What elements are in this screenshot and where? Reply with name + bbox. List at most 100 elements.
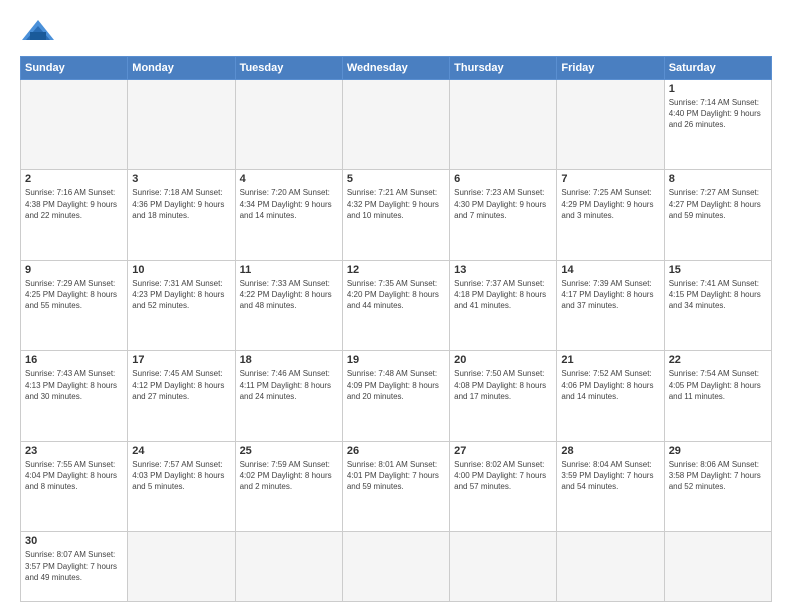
calendar-cell: 2 Sunrise: 7:16 AM Sunset: 4:38 PM Daylig…: [21, 170, 128, 260]
day-info: Sunrise: 7:16 AM Sunset: 4:38 PM Dayligh…: [25, 187, 123, 221]
day-number: 9: [25, 264, 123, 276]
calendar-week-3: 16 Sunrise: 7:43 AM Sunset: 4:13 PM Dayli…: [21, 351, 772, 441]
page: SundayMondayTuesdayWednesdayThursdayFrid…: [0, 0, 792, 612]
calendar-cell: [21, 80, 128, 170]
calendar-cell: 11 Sunrise: 7:33 AM Sunset: 4:22 PM Dayli…: [235, 260, 342, 350]
day-number: 17: [132, 354, 230, 366]
logo-icon: [20, 18, 56, 46]
day-info: Sunrise: 7:18 AM Sunset: 4:36 PM Dayligh…: [132, 187, 230, 221]
day-info: Sunrise: 7:45 AM Sunset: 4:12 PM Dayligh…: [132, 368, 230, 402]
day-header-friday: Friday: [557, 57, 664, 80]
calendar-cell: [557, 80, 664, 170]
day-header-thursday: Thursday: [450, 57, 557, 80]
calendar-cell: 14 Sunrise: 7:39 AM Sunset: 4:17 PM Dayli…: [557, 260, 664, 350]
day-info: Sunrise: 7:50 AM Sunset: 4:08 PM Dayligh…: [454, 368, 552, 402]
day-number: 29: [669, 445, 767, 457]
calendar-cell: 30 Sunrise: 8:07 AM Sunset: 3:57 PM Dayli…: [21, 532, 128, 602]
day-info: Sunrise: 8:04 AM Sunset: 3:59 PM Dayligh…: [561, 459, 659, 493]
calendar-cell: 27Sunrise: 8:02 AM Sunset: 4:00 PM Dayli…: [450, 441, 557, 531]
day-number: 6: [454, 173, 552, 185]
calendar-cell: 5 Sunrise: 7:21 AM Sunset: 4:32 PM Daylig…: [342, 170, 449, 260]
calendar-header-row: SundayMondayTuesdayWednesdayThursdayFrid…: [21, 57, 772, 80]
calendar-cell: 6 Sunrise: 7:23 AM Sunset: 4:30 PM Daylig…: [450, 170, 557, 260]
day-number: 3: [132, 173, 230, 185]
day-number: 11: [240, 264, 338, 276]
day-number: 12: [347, 264, 445, 276]
calendar-cell: 10 Sunrise: 7:31 AM Sunset: 4:23 PM Dayli…: [128, 260, 235, 350]
day-info: Sunrise: 7:29 AM Sunset: 4:25 PM Dayligh…: [25, 278, 123, 312]
day-number: 10: [132, 264, 230, 276]
calendar-cell: [235, 80, 342, 170]
calendar-cell: [342, 80, 449, 170]
logo: [20, 18, 60, 46]
day-number: 23: [25, 445, 123, 457]
calendar-week-5: 30 Sunrise: 8:07 AM Sunset: 3:57 PM Dayli…: [21, 532, 772, 602]
calendar-cell: 28 Sunrise: 8:04 AM Sunset: 3:59 PM Dayli…: [557, 441, 664, 531]
day-info: Sunrise: 7:21 AM Sunset: 4:32 PM Dayligh…: [347, 187, 445, 221]
day-number: 2: [25, 173, 123, 185]
calendar-cell: 21Sunrise: 7:52 AM Sunset: 4:06 PM Dayli…: [557, 351, 664, 441]
day-number: 8: [669, 173, 767, 185]
day-header-wednesday: Wednesday: [342, 57, 449, 80]
day-info: Sunrise: 7:41 AM Sunset: 4:15 PM Dayligh…: [669, 278, 767, 312]
day-number: 18: [240, 354, 338, 366]
calendar-cell: 22Sunrise: 7:54 AM Sunset: 4:05 PM Dayli…: [664, 351, 771, 441]
day-info: Sunrise: 7:20 AM Sunset: 4:34 PM Dayligh…: [240, 187, 338, 221]
calendar-cell: 20 Sunrise: 7:50 AM Sunset: 4:08 PM Dayli…: [450, 351, 557, 441]
calendar-cell: 1 Sunrise: 7:14 AM Sunset: 4:40 PM Daylig…: [664, 80, 771, 170]
header: [20, 18, 772, 46]
calendar-cell: [450, 532, 557, 602]
calendar-cell: 15Sunrise: 7:41 AM Sunset: 4:15 PM Dayli…: [664, 260, 771, 350]
calendar-week-1: 2 Sunrise: 7:16 AM Sunset: 4:38 PM Daylig…: [21, 170, 772, 260]
day-number: 4: [240, 173, 338, 185]
day-info: Sunrise: 7:43 AM Sunset: 4:13 PM Dayligh…: [25, 368, 123, 402]
day-info: Sunrise: 7:31 AM Sunset: 4:23 PM Dayligh…: [132, 278, 230, 312]
day-info: Sunrise: 8:07 AM Sunset: 3:57 PM Dayligh…: [25, 549, 123, 583]
day-info: Sunrise: 7:39 AM Sunset: 4:17 PM Dayligh…: [561, 278, 659, 312]
calendar-cell: 26Sunrise: 8:01 AM Sunset: 4:01 PM Dayli…: [342, 441, 449, 531]
day-info: Sunrise: 8:02 AM Sunset: 4:00 PM Dayligh…: [454, 459, 552, 493]
calendar-cell: [557, 532, 664, 602]
day-number: 30: [25, 535, 123, 547]
day-info: Sunrise: 7:48 AM Sunset: 4:09 PM Dayligh…: [347, 368, 445, 402]
calendar-cell: 23 Sunrise: 7:55 AM Sunset: 4:04 PM Dayli…: [21, 441, 128, 531]
day-info: Sunrise: 7:14 AM Sunset: 4:40 PM Dayligh…: [669, 97, 767, 131]
day-number: 24: [132, 445, 230, 457]
calendar-cell: 9 Sunrise: 7:29 AM Sunset: 4:25 PM Daylig…: [21, 260, 128, 350]
calendar-table: SundayMondayTuesdayWednesdayThursdayFrid…: [20, 56, 772, 602]
day-number: 26: [347, 445, 445, 457]
calendar-cell: 13Sunrise: 7:37 AM Sunset: 4:18 PM Dayli…: [450, 260, 557, 350]
day-number: 28: [561, 445, 659, 457]
calendar-cell: [128, 80, 235, 170]
day-info: Sunrise: 7:52 AM Sunset: 4:06 PM Dayligh…: [561, 368, 659, 402]
day-info: Sunrise: 7:55 AM Sunset: 4:04 PM Dayligh…: [25, 459, 123, 493]
day-header-saturday: Saturday: [664, 57, 771, 80]
calendar-cell: 29Sunrise: 8:06 AM Sunset: 3:58 PM Dayli…: [664, 441, 771, 531]
day-number: 19: [347, 354, 445, 366]
calendar-cell: [235, 532, 342, 602]
day-number: 20: [454, 354, 552, 366]
day-number: 5: [347, 173, 445, 185]
day-info: Sunrise: 7:59 AM Sunset: 4:02 PM Dayligh…: [240, 459, 338, 493]
calendar-cell: [664, 532, 771, 602]
calendar-cell: 16 Sunrise: 7:43 AM Sunset: 4:13 PM Dayli…: [21, 351, 128, 441]
day-info: Sunrise: 7:54 AM Sunset: 4:05 PM Dayligh…: [669, 368, 767, 402]
calendar-cell: 8 Sunrise: 7:27 AM Sunset: 4:27 PM Daylig…: [664, 170, 771, 260]
day-header-tuesday: Tuesday: [235, 57, 342, 80]
day-info: Sunrise: 7:23 AM Sunset: 4:30 PM Dayligh…: [454, 187, 552, 221]
calendar-cell: 17 Sunrise: 7:45 AM Sunset: 4:12 PM Dayli…: [128, 351, 235, 441]
day-info: Sunrise: 7:57 AM Sunset: 4:03 PM Dayligh…: [132, 459, 230, 493]
day-number: 7: [561, 173, 659, 185]
day-info: Sunrise: 7:33 AM Sunset: 4:22 PM Dayligh…: [240, 278, 338, 312]
calendar-cell: 3 Sunrise: 7:18 AM Sunset: 4:36 PM Daylig…: [128, 170, 235, 260]
calendar-cell: 19 Sunrise: 7:48 AM Sunset: 4:09 PM Dayli…: [342, 351, 449, 441]
calendar-cell: [450, 80, 557, 170]
calendar-cell: [128, 532, 235, 602]
day-number: 16: [25, 354, 123, 366]
day-header-monday: Monday: [128, 57, 235, 80]
day-number: 1: [669, 83, 767, 95]
calendar-cell: 25Sunrise: 7:59 AM Sunset: 4:02 PM Dayli…: [235, 441, 342, 531]
day-info: Sunrise: 7:27 AM Sunset: 4:27 PM Dayligh…: [669, 187, 767, 221]
calendar-week-4: 23 Sunrise: 7:55 AM Sunset: 4:04 PM Dayli…: [21, 441, 772, 531]
day-number: 14: [561, 264, 659, 276]
